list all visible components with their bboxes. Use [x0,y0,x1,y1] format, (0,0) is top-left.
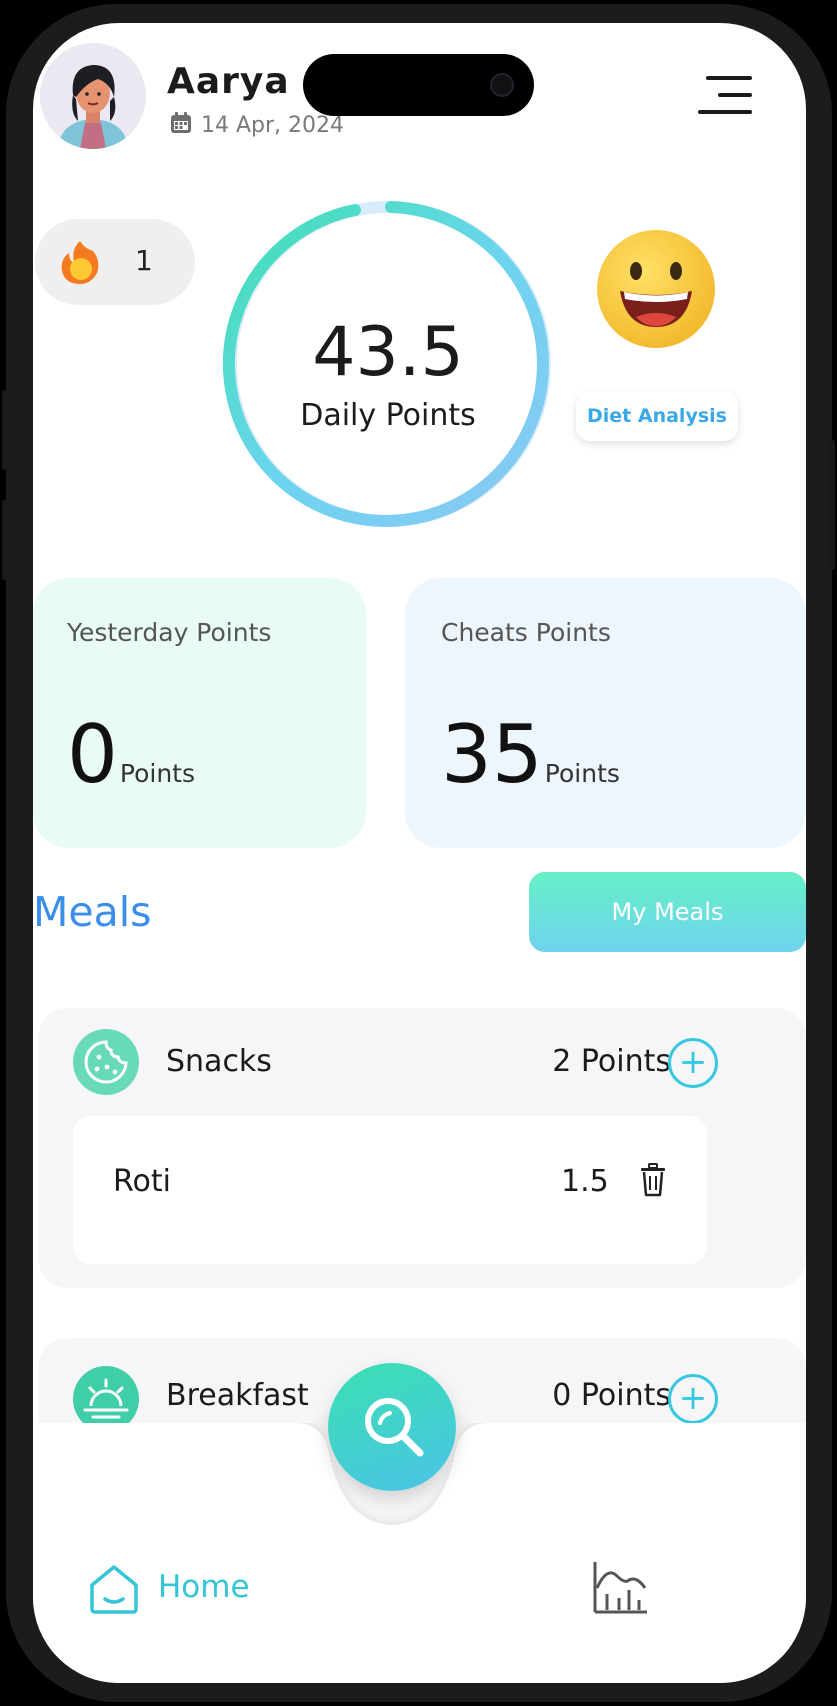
calendar-icon [169,111,193,139]
cheats-points-card: Cheats Points 35Points [405,578,806,848]
dynamic-island [303,54,534,116]
meal-points-snacks: 2 Points [552,1044,671,1079]
yesterday-points-value: 0 [67,708,118,801]
streak-badge[interactable]: 1 [35,219,195,305]
phone-frame: Aarya 14 Apr, 2024 1 43.5 Daily Points D… [0,0,837,1706]
daily-points-value: 43.5 [312,313,464,392]
bottom-nav: Home [33,1363,806,1683]
search-icon [358,1391,428,1461]
app-screen: Aarya 14 Apr, 2024 1 43.5 Daily Points D… [33,23,806,1683]
meals-title: Meals [33,888,152,936]
yesterday-points-card: Yesterday Points 0Points [33,578,366,848]
meal-name-breakfast: Breakfast [166,1378,309,1413]
side-button [829,440,835,570]
daily-points-label: Daily Points [300,398,476,433]
user-avatar[interactable] [40,43,146,149]
yesterday-points-number: 0Points [67,708,195,801]
food-item-points: 1.5 [561,1164,609,1199]
happy-face-emoji [596,229,716,349]
diet-analysis-button[interactable]: Diet Analysis [576,391,738,441]
cheats-points-title: Cheats Points [441,618,611,647]
yesterday-points-unit: Points [119,759,196,788]
flame-icon [57,239,103,285]
meal-name-snacks: Snacks [166,1044,272,1079]
hamburger-menu-icon[interactable] [698,76,752,116]
user-name: Aarya [167,61,290,102]
side-button [2,390,8,470]
yesterday-points-title: Yesterday Points [67,618,272,647]
food-item-name: Roti [113,1164,171,1199]
nav-home-label[interactable]: Home [158,1569,250,1605]
meal-points-breakfast: 0 Points [552,1378,671,1413]
cheats-points-number: 35Points [441,708,620,801]
trash-icon[interactable] [638,1162,668,1198]
meal-section-snacks: Snacks 2 Points + Roti 1.5 [38,1008,806,1288]
search-button[interactable] [328,1363,456,1491]
my-meals-button[interactable]: My Meals [529,872,806,952]
side-button [2,500,8,580]
cookie-icon [73,1029,139,1095]
add-breakfast-button[interactable]: + [668,1374,718,1424]
home-icon[interactable] [88,1563,140,1615]
cheats-points-unit: Points [544,759,620,788]
food-item-row[interactable]: Roti 1.5 [73,1116,707,1264]
streak-count: 1 [135,244,153,277]
add-snack-button[interactable]: + [668,1038,718,1088]
header-date: 14 Apr, 2024 [201,112,345,138]
date-row: 14 Apr, 2024 [169,111,344,139]
camera-icon [490,73,514,97]
cheats-points-value: 35 [441,708,543,801]
stats-icon[interactable] [591,1558,649,1616]
